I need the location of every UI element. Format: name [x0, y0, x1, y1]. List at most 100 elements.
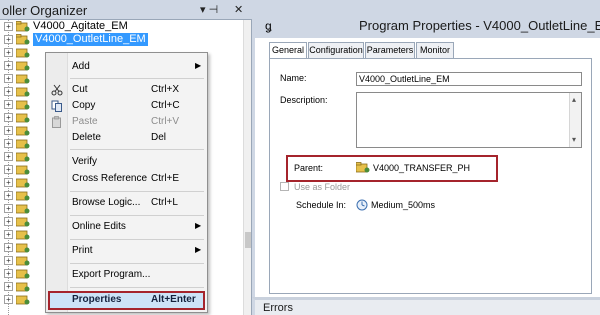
- menu-item-online-edits[interactable]: Online Edits ▶: [46, 219, 207, 235]
- menu-item-label: Online Edits: [72, 221, 126, 232]
- description-label: Description:: [280, 95, 328, 105]
- parent-label: Parent:: [294, 163, 324, 173]
- expand-icon[interactable]: +: [4, 204, 13, 213]
- organizer-scrollbar[interactable]: [243, 20, 251, 315]
- tree-item-label: V4000_Agitate_EM: [33, 20, 128, 32]
- program-folder-icon: [16, 34, 30, 45]
- program-folder-icon: [16, 243, 30, 253]
- scissors-icon: [51, 84, 63, 96]
- schedule-in-value[interactable]: Medium_500ms: [371, 200, 435, 210]
- expand-icon[interactable]: +: [4, 113, 13, 122]
- menu-separator: [70, 78, 204, 79]
- parent-value[interactable]: V4000_TRANSFER_PH: [373, 163, 470, 173]
- tree-item[interactable]: + V4000_Agitate_EM: [0, 20, 246, 33]
- properties-title-bar: ǥ Program Properties - V4000_OutletLine_…: [255, 0, 600, 38]
- menu-item-shortcut: Ctrl+E: [151, 173, 180, 184]
- expand-icon[interactable]: +: [4, 74, 13, 83]
- expand-icon[interactable]: +: [4, 256, 13, 265]
- expand-icon[interactable]: +: [4, 152, 13, 161]
- scroll-down-icon[interactable]: ▾: [572, 134, 576, 146]
- menu-item-label: Copy: [72, 100, 96, 111]
- description-field[interactable]: ▴ ▾: [356, 92, 582, 148]
- menu-item-browse-logic[interactable]: Browse Logic... Ctrl+L: [46, 195, 207, 211]
- scroll-up-icon[interactable]: ▴: [572, 94, 576, 106]
- expand-icon[interactable]: +: [4, 22, 13, 31]
- close-icon[interactable]: ✕: [234, 3, 243, 16]
- expand-icon[interactable]: +: [4, 35, 13, 44]
- menu-item-verify[interactable]: Verify: [46, 154, 207, 170]
- program-folder-icon: [16, 269, 30, 279]
- menu-item-label: Cross Reference: [72, 173, 148, 184]
- program-folder-icon: [16, 74, 30, 84]
- expand-icon[interactable]: +: [4, 165, 13, 174]
- program-folder-icon: [16, 256, 30, 266]
- expand-icon[interactable]: +: [4, 87, 13, 96]
- menu-item-paste[interactable]: Paste Ctrl+V: [46, 114, 207, 130]
- menu-item-shortcut: Ctrl+C: [151, 100, 180, 111]
- submenu-arrow-icon: ▶: [195, 221, 202, 230]
- menu-item-shortcut: Ctrl+V: [151, 116, 180, 127]
- menu-item-label: Add: [72, 61, 90, 72]
- tab-general[interactable]: General: [269, 42, 307, 59]
- menu-item-cut[interactable]: Cut Ctrl+X: [46, 82, 207, 98]
- menu-item-copy[interactable]: Copy Ctrl+C: [46, 98, 207, 114]
- tree-item-label: V4000_OutletLine_EM: [33, 33, 148, 46]
- program-folder-icon: [16, 217, 30, 227]
- expand-icon[interactable]: +: [4, 48, 13, 57]
- expand-icon[interactable]: +: [4, 243, 13, 252]
- menu-separator: [70, 239, 204, 240]
- description-scrollbar[interactable]: ▴ ▾: [569, 93, 581, 147]
- expand-icon[interactable]: +: [4, 282, 13, 291]
- context-menu: Add ▶ Cut Ctrl+X Copy Ctrl+C Paste Ctrl+…: [45, 52, 208, 313]
- tab-parameters[interactable]: Parameters: [365, 42, 415, 58]
- menu-item-add[interactable]: Add ▶: [46, 59, 207, 75]
- expand-icon[interactable]: +: [4, 191, 13, 200]
- properties-title: Program Properties - V4000_OutletLine_EM: [359, 18, 600, 33]
- program-folder-icon: [16, 295, 30, 305]
- menu-item-label: Browse Logic...: [72, 197, 141, 208]
- menu-item-shortcut: Ctrl+X: [151, 84, 180, 95]
- expand-icon[interactable]: +: [4, 178, 13, 187]
- expand-icon[interactable]: +: [4, 126, 13, 135]
- expand-icon[interactable]: +: [4, 139, 13, 148]
- tab-monitor[interactable]: Monitor: [416, 42, 454, 58]
- menu-item-print[interactable]: Print ▶: [46, 243, 207, 259]
- errors-title: Errors: [263, 302, 293, 314]
- periodic-task-icon: [356, 199, 368, 211]
- menu-separator: [70, 149, 204, 150]
- menu-item-shortcut: Ctrl+L: [151, 197, 178, 208]
- expand-icon[interactable]: +: [4, 61, 13, 70]
- tab-configuration[interactable]: Configuration: [308, 42, 364, 58]
- scrollbar-thumb[interactable]: [245, 232, 251, 248]
- menu-item-label: Print: [72, 245, 93, 256]
- name-label: Name:: [280, 73, 307, 83]
- use-as-folder-checkbox[interactable]: [280, 182, 289, 191]
- expand-icon[interactable]: +: [4, 230, 13, 239]
- expand-icon[interactable]: +: [4, 217, 13, 226]
- tree-item-selected[interactable]: + V4000_OutletLine_EM: [0, 33, 246, 46]
- organizer-title-bar: oller Organizer ▾ ⊣ ✕: [0, 0, 252, 20]
- menu-item-properties[interactable]: Properties Alt+Enter: [48, 291, 205, 310]
- program-folder-icon: [16, 61, 30, 71]
- name-field[interactable]: V4000_OutletLine_EM: [356, 72, 582, 86]
- menu-item-cross-reference[interactable]: Cross Reference Ctrl+E: [46, 171, 207, 187]
- errors-pane: Errors: [252, 297, 600, 315]
- menu-item-label: Export Program...: [72, 269, 151, 280]
- menu-item-label: Cut: [72, 84, 88, 95]
- menu-item-delete[interactable]: Delete Del: [46, 130, 207, 146]
- menu-item-shortcut: Del: [151, 132, 167, 143]
- organizer-title: oller Organizer: [2, 3, 88, 18]
- menu-item-label: Verify: [72, 156, 98, 167]
- expand-icon[interactable]: +: [4, 100, 13, 109]
- program-folder-icon: [356, 162, 370, 173]
- program-folder-icon: [16, 100, 30, 110]
- menu-item-export-program[interactable]: Export Program...: [46, 267, 207, 283]
- menu-item-label: Paste: [72, 116, 98, 127]
- program-folder-icon: [16, 21, 30, 32]
- menu-item-shortcut: Alt+Enter: [151, 294, 196, 305]
- pin-icon[interactable]: ▾ ⊣: [200, 3, 218, 16]
- schedule-in-label: Schedule In:: [296, 200, 347, 210]
- expand-icon[interactable]: +: [4, 269, 13, 278]
- menu-separator: [70, 191, 204, 192]
- expand-icon[interactable]: +: [4, 295, 13, 304]
